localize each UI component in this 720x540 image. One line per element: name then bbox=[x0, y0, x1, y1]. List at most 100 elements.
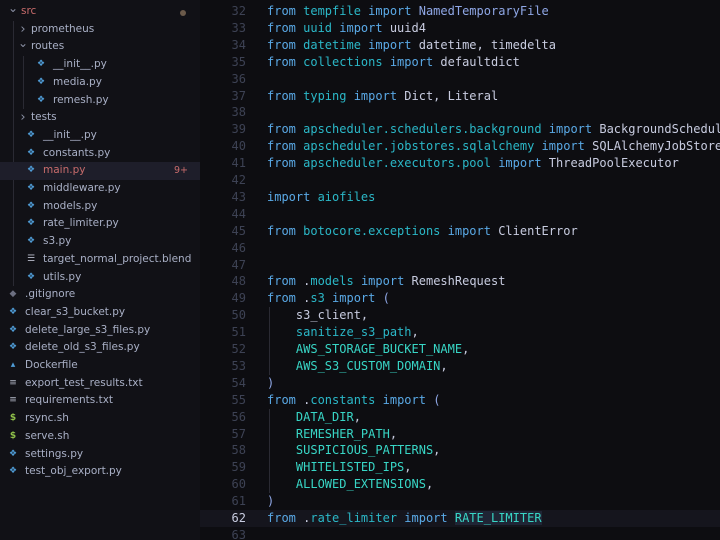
code-token: from bbox=[267, 4, 304, 18]
explorer-file[interactable]: ❖ utils.py bbox=[0, 269, 200, 287]
code-line[interactable]: 44 bbox=[200, 206, 720, 223]
code-token: import bbox=[440, 223, 499, 238]
code-token: DATA_DIR bbox=[267, 409, 354, 424]
code-line[interactable]: 50 s3_client, bbox=[200, 307, 720, 324]
explorer-file[interactable]: ❖ middleware.py bbox=[0, 180, 200, 198]
explorer-file[interactable]: $ serve.sh bbox=[0, 428, 200, 446]
code-token: uuid4 bbox=[389, 20, 426, 35]
explorer-file[interactable]: ❖ s3.py bbox=[0, 233, 200, 251]
explorer-file[interactable]: ❖ test_obj_export.py bbox=[0, 463, 200, 481]
code-line[interactable]: 36 bbox=[200, 71, 720, 88]
explorer-file[interactable]: ❖ settings.py bbox=[0, 446, 200, 464]
code-text: from botocore.exceptions import ClientEr… bbox=[267, 223, 578, 240]
explorer-file[interactable]: ❖ delete_large_s3_files.py bbox=[0, 322, 200, 340]
code-token: AWS_STORAGE_BUCKET_NAME bbox=[267, 342, 463, 356]
code-line[interactable]: 42 bbox=[200, 172, 720, 189]
code-line[interactable]: 57 REMESHER_PATH, bbox=[200, 426, 720, 443]
code-line[interactable]: 45 from botocore.exceptions import Client… bbox=[200, 223, 720, 240]
code-line[interactable]: 34 from datetime import datetime, timedel… bbox=[200, 37, 720, 54]
explorer-file[interactable]: ❖ rate_limiter.py bbox=[0, 215, 200, 233]
code-line[interactable]: 58 SUSPICIOUS_PATTERNS, bbox=[200, 442, 720, 459]
explorer-file[interactable]: ≡ export_test_results.txt bbox=[0, 375, 200, 393]
file-name: settings.py bbox=[25, 447, 84, 460]
line-number: 42 bbox=[231, 173, 246, 187]
chevron-down-icon[interactable]: ⌄ bbox=[18, 35, 28, 53]
code-line[interactable]: 46 bbox=[200, 240, 720, 257]
code-line[interactable]: 55 from .constants import ( bbox=[200, 392, 720, 409]
code-line[interactable]: 38 bbox=[200, 104, 720, 121]
code-line[interactable]: 62 from .rate_limiter import RATE_LIMITER bbox=[200, 510, 720, 527]
code-line[interactable]: 56 DATA_DIR, bbox=[200, 409, 720, 426]
code-line[interactable]: 43 import aiofiles bbox=[200, 189, 720, 206]
explorer-file[interactable]: ❖ main.py 9+ bbox=[0, 162, 200, 180]
code-line[interactable]: 37 from typing import Dict, Literal bbox=[200, 88, 720, 105]
code-line[interactable]: 47 bbox=[200, 257, 720, 274]
code-line[interactable]: 32 from tempfile import NamedTemporaryFil… bbox=[200, 3, 720, 20]
code-line[interactable]: 61) bbox=[200, 493, 720, 510]
code-token: botocore.exceptions bbox=[303, 223, 441, 238]
line-number: 54 bbox=[231, 375, 246, 390]
code-token: from bbox=[267, 139, 304, 154]
explorer-file[interactable]: ❖ clear_s3_bucket.py bbox=[0, 304, 200, 322]
explorer-file[interactable]: ❖ media.py bbox=[0, 74, 200, 92]
explorer-folder[interactable]: › prometheus bbox=[0, 21, 200, 39]
explorer-file[interactable]: ❖ models.py bbox=[0, 198, 200, 216]
explorer-file[interactable]: ❖ delete_old_s3_files.py bbox=[0, 339, 200, 357]
file-name: rsync.sh bbox=[25, 412, 69, 425]
code-line[interactable]: 48 from .models import RemeshRequest bbox=[200, 273, 720, 290]
line-number: 41 bbox=[231, 156, 246, 171]
code-line[interactable]: 51 sanitize_s3_path, bbox=[200, 324, 720, 341]
code-line[interactable]: 41 from apscheduler.executors.pool import… bbox=[200, 155, 720, 172]
explorer-file[interactable]: $ rsync.sh bbox=[0, 410, 200, 428]
code-token: sanitize_s3_path bbox=[267, 325, 412, 340]
code-text: sanitize_s3_path, bbox=[267, 324, 419, 341]
code-line[interactable]: 59 WHITELISTED_IPS, bbox=[200, 459, 720, 476]
code-token: constants bbox=[310, 392, 376, 407]
code-token: defaultdict bbox=[440, 54, 520, 69]
explorer-folder[interactable]: ⌄ routes bbox=[0, 35, 200, 56]
code-token: import bbox=[382, 54, 441, 69]
code-line[interactable]: 52 AWS_STORAGE_BUCKET_NAME, bbox=[200, 341, 720, 358]
code-text: from apscheduler.jobstores.sqlalchemy im… bbox=[267, 138, 720, 155]
code-token: typing bbox=[303, 88, 347, 103]
code-token: import bbox=[332, 20, 390, 35]
code-token: WHITELISTED_IPS bbox=[267, 460, 405, 475]
file-name: __init__.py bbox=[53, 58, 107, 71]
code-token: NamedTemporaryFile bbox=[418, 4, 549, 18]
code-line[interactable]: 49 from .s3 import ( bbox=[200, 290, 720, 307]
code-token: s3 bbox=[310, 291, 325, 306]
code-line[interactable]: 40 from apscheduler.jobstores.sqlalchemy … bbox=[200, 138, 720, 155]
code-editor[interactable]: 32 from tempfile import NamedTemporaryFil… bbox=[200, 0, 720, 540]
explorer-file[interactable]: ▴ Dockerfile bbox=[0, 357, 200, 375]
explorer-file[interactable]: ◆ .gitignore bbox=[0, 286, 200, 304]
code-token: aiofiles bbox=[317, 189, 376, 204]
explorer-folder[interactable]: ⌄ src bbox=[0, 0, 200, 21]
explorer-file[interactable]: ☰ target_normal_project.blend bbox=[0, 251, 200, 269]
line-number: 61 bbox=[231, 494, 246, 509]
folder-name: prometheus bbox=[31, 22, 95, 35]
code-line[interactable]: 53 AWS_S3_CUSTOM_DOMAIN, bbox=[200, 358, 720, 375]
code-line[interactable]: 35 from collections import defaultdict bbox=[200, 54, 720, 71]
explorer-file[interactable]: ≡ requirements.txt bbox=[0, 392, 200, 410]
explorer-file[interactable]: ❖ constants.py bbox=[0, 145, 200, 163]
code-text: ALLOWED_EXTENSIONS, bbox=[267, 476, 433, 493]
folder-name: tests bbox=[31, 111, 57, 124]
explorer-file[interactable]: ❖ remesh.py bbox=[0, 92, 200, 110]
code-text: AWS_STORAGE_BUCKET_NAME, bbox=[267, 341, 469, 358]
code-line[interactable]: 63 bbox=[200, 527, 720, 540]
code-line[interactable]: 33 from uuid import uuid4 bbox=[200, 20, 720, 37]
explorer-folder[interactable]: › tests bbox=[0, 109, 200, 127]
code-line[interactable]: 54) bbox=[200, 375, 720, 392]
chevron-down-icon[interactable]: ⌄ bbox=[8, 0, 18, 18]
line-number: 34 bbox=[231, 37, 246, 52]
explorer-file[interactable]: ❖ __init__.py bbox=[0, 127, 200, 145]
chevron-right-icon[interactable]: › bbox=[18, 109, 28, 127]
code-text: from datetime import datetime, timedelta bbox=[267, 37, 556, 54]
code-token: from bbox=[267, 392, 304, 407]
code-line[interactable]: 39 from apscheduler.schedulers.background… bbox=[200, 121, 720, 138]
code-token: collections bbox=[303, 54, 383, 69]
python-file-icon: ❖ bbox=[26, 236, 36, 247]
code-text: s3_client, bbox=[267, 307, 368, 324]
code-line[interactable]: 60 ALLOWED_EXTENSIONS, bbox=[200, 476, 720, 493]
explorer-file[interactable]: ❖ __init__.py bbox=[0, 56, 200, 74]
